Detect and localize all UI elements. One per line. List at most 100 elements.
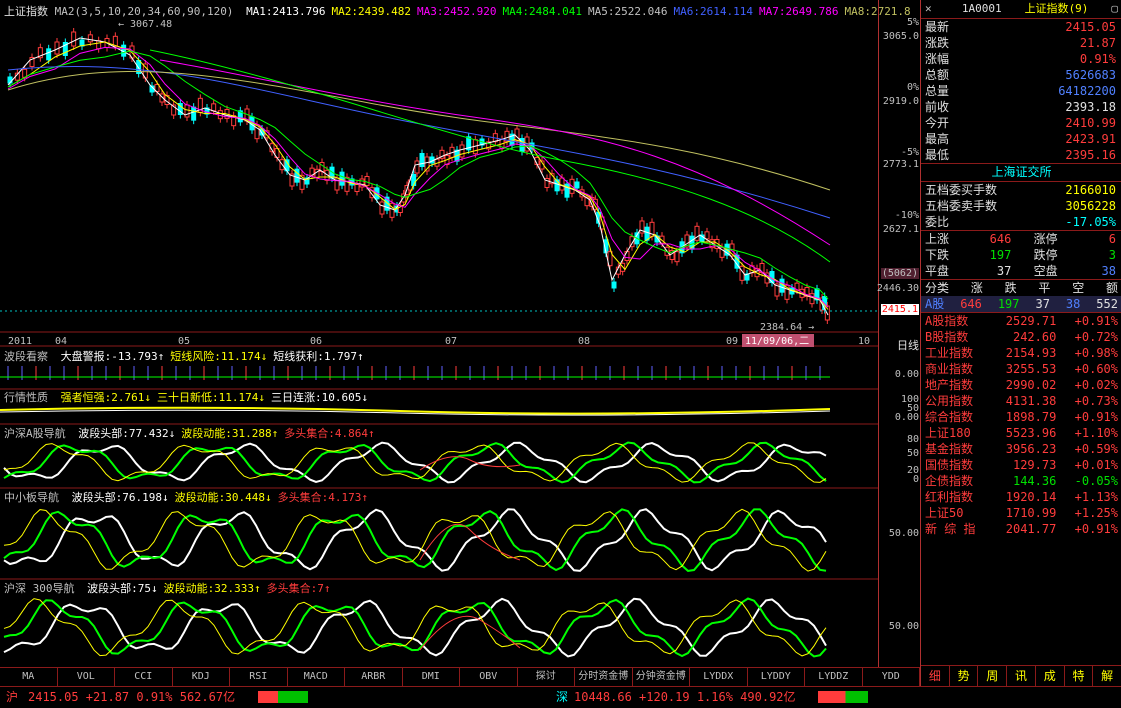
- ma-value: MA5:2522.046: [588, 5, 668, 18]
- pane3-axis-0: 0: [912, 474, 919, 485]
- quote-value: 2395.16: [1065, 148, 1116, 162]
- class-row[interactable]: A股 646 197 37 38 552: [921, 296, 1121, 312]
- close-panel-icon[interactable]: ✕: [925, 0, 939, 18]
- ma6-line: [7, 65, 831, 219]
- index-row[interactable]: 综合指数 1898.79 +0.91%: [921, 409, 1121, 425]
- index-row[interactable]: 商业指数 3255.53 +0.60%: [921, 361, 1121, 377]
- ma3-line: [7, 46, 829, 308]
- order-key: 五档委买手数: [925, 183, 998, 197]
- index-row[interactable]: 上证180 5523.96 +1.10%: [921, 425, 1121, 441]
- x-axis-label: 08: [578, 336, 590, 347]
- panel-tab[interactable]: 周: [978, 666, 1008, 687]
- candle: [46, 48, 52, 61]
- tab-探讨[interactable]: 探讨: [518, 668, 575, 687]
- class-cell: 38: [1065, 297, 1081, 311]
- index-row[interactable]: 上证50 1710.99 +1.25%: [921, 505, 1121, 521]
- tab-lyddy[interactable]: LYDDY: [748, 668, 805, 687]
- x-axis-label: 10: [858, 336, 870, 347]
- tab-ma[interactable]: MA: [0, 668, 58, 687]
- index-cell: 企债指数: [925, 474, 974, 488]
- pane2-title: 行情性质 强者恒强:2.761↓ 三十日新低:11.174↓ 三日连涨:10.605…: [4, 389, 368, 405]
- pane5-indicator-value: 波段头部:75↓: [87, 582, 158, 595]
- index-row[interactable]: 地产指数 2990.02 +0.02%: [921, 377, 1121, 393]
- panel-tab[interactable]: 解: [1093, 666, 1121, 687]
- stat-key: 空盘: [1033, 264, 1058, 278]
- pane3-axis-80: 80: [906, 434, 919, 445]
- panel-tab[interactable]: 势: [950, 666, 979, 687]
- tab-lyddx[interactable]: LYDDX: [690, 668, 748, 687]
- price-label: 2773.1: [882, 159, 919, 170]
- tab-arbr[interactable]: ARBR: [345, 668, 403, 687]
- index-row[interactable]: 公用指数 4131.38 +0.73%: [921, 393, 1121, 409]
- ma4-line: [7, 50, 829, 300]
- tab-rsi[interactable]: RSI: [230, 668, 288, 687]
- ma-value: MA3:2452.920: [417, 5, 497, 18]
- quote-key: 总额: [925, 68, 950, 82]
- quote-header: ✕ 1A0001 上证指数(9) ▢: [921, 0, 1121, 19]
- price-label: 2627.1: [882, 224, 919, 235]
- tab-cci[interactable]: CCI: [115, 668, 173, 687]
- panel-tab[interactable]: 成: [1036, 666, 1065, 687]
- main-title-bar: 上证指数 MA2(3,5,10,20,34,60,90,120) MA1:241…: [4, 3, 911, 19]
- index-row[interactable]: 企债指数 144.36 -0.05%: [921, 473, 1121, 489]
- index-row[interactable]: 基金指数 3956.23 +0.59%: [921, 441, 1121, 457]
- chart-area[interactable]: ← 3067.48 2384.64 → 2011 04 05 06 07 08 09 11/09/…: [0, 0, 911, 667]
- quote-key: 今开: [925, 116, 950, 130]
- tab-kdj[interactable]: KDJ: [173, 668, 230, 687]
- quote-value: 2423.91: [1065, 132, 1116, 146]
- tab-macd[interactable]: MACD: [288, 668, 345, 687]
- index-cell: -0.05%: [1074, 474, 1119, 488]
- tab-obv[interactable]: OBV: [460, 668, 518, 687]
- quote-rows: 最新 2415.05 涨跌 21.87 涨幅 0.91% 总额 5626683 总量 641822…: [921, 19, 1121, 163]
- candle: [611, 281, 617, 289]
- tab-ydd[interactable]: YDD: [863, 668, 920, 687]
- index-row[interactable]: A股指数 2529.71 +0.91%: [921, 313, 1121, 329]
- pane3-indicator-value: 波段头部:77.432↓: [78, 427, 176, 440]
- candle: [809, 293, 815, 305]
- class-cell: A股: [925, 297, 945, 311]
- tab-lyddz[interactable]: LYDDZ: [805, 668, 863, 687]
- quote-value: 2415.05: [1065, 20, 1116, 34]
- pane2-axis-bot: 0.00: [894, 412, 919, 423]
- panel-tab[interactable]: 讯: [1007, 666, 1036, 687]
- index-row[interactable]: 国债指数 129.73 +0.01%: [921, 457, 1121, 473]
- class-col: 涨: [970, 281, 983, 295]
- index-row[interactable]: B股指数 242.60 +0.72%: [921, 329, 1121, 345]
- panel-tab[interactable]: 特: [1065, 666, 1094, 687]
- ma-params: MA2(3,5,10,20,34,60,90,120): [54, 5, 234, 18]
- index-row[interactable]: 工业指数 2154.93 +0.98%: [921, 345, 1121, 361]
- index-row[interactable]: 红利指数 1920.14 +1.13%: [921, 489, 1121, 505]
- stat-row: 下跌 197 跌停 3: [921, 247, 1121, 263]
- panel-tab[interactable]: 细: [921, 666, 950, 687]
- candle: [211, 103, 217, 112]
- quote-row: 最新 2415.05: [921, 19, 1121, 35]
- quote-row: 涨幅 0.91%: [921, 51, 1121, 67]
- exchange-name: 上海证交所: [991, 165, 1052, 179]
- sh-quote[interactable]: 2415.05 +21.87 0.91% 562.67亿: [28, 687, 235, 707]
- pane4-indicator-value: 波段动能:30.448↓: [174, 491, 272, 504]
- tab-分时资金博[interactable]: 分时资金博: [575, 668, 633, 687]
- index-cell: 1898.79: [1005, 410, 1057, 424]
- candle: [624, 251, 630, 261]
- order-key: 五档委卖手数: [925, 199, 998, 213]
- index-cell: +0.91%: [1074, 522, 1119, 536]
- kline-chart[interactable]: ← 3067.48 2384.64 → 2011 04 05 06 07 08 09 11/09/…: [0, 0, 878, 667]
- sz-quote[interactable]: 10448.66 +120.19 1.16% 490.92亿: [574, 687, 796, 707]
- pct-label: 0%: [906, 82, 919, 93]
- tab-dmi[interactable]: DMI: [403, 668, 460, 687]
- pane4-axis: 50.00: [888, 528, 919, 539]
- tab-vol[interactable]: VOL: [58, 668, 115, 687]
- stat-value: 646: [989, 232, 1012, 246]
- index-cell: 5523.96: [1005, 426, 1057, 440]
- expand-icon[interactable]: ▢: [1111, 0, 1118, 18]
- ma-value: MA1:2413.796: [246, 5, 326, 18]
- period-label[interactable]: 日线: [897, 337, 919, 353]
- index-row[interactable]: 新 综 指 2041.77 +0.91%: [921, 521, 1121, 537]
- quote-row: 涨跌 21.87: [921, 35, 1121, 51]
- class-col: 空: [1072, 281, 1085, 295]
- pane2-indicator-value: 三日连涨:10.605↓: [270, 391, 368, 404]
- tab-分钟资金博[interactable]: 分钟资金博: [633, 668, 690, 687]
- x-axis-label: 04: [55, 336, 67, 347]
- candle: [574, 181, 580, 189]
- ma7-line: [159, 59, 831, 246]
